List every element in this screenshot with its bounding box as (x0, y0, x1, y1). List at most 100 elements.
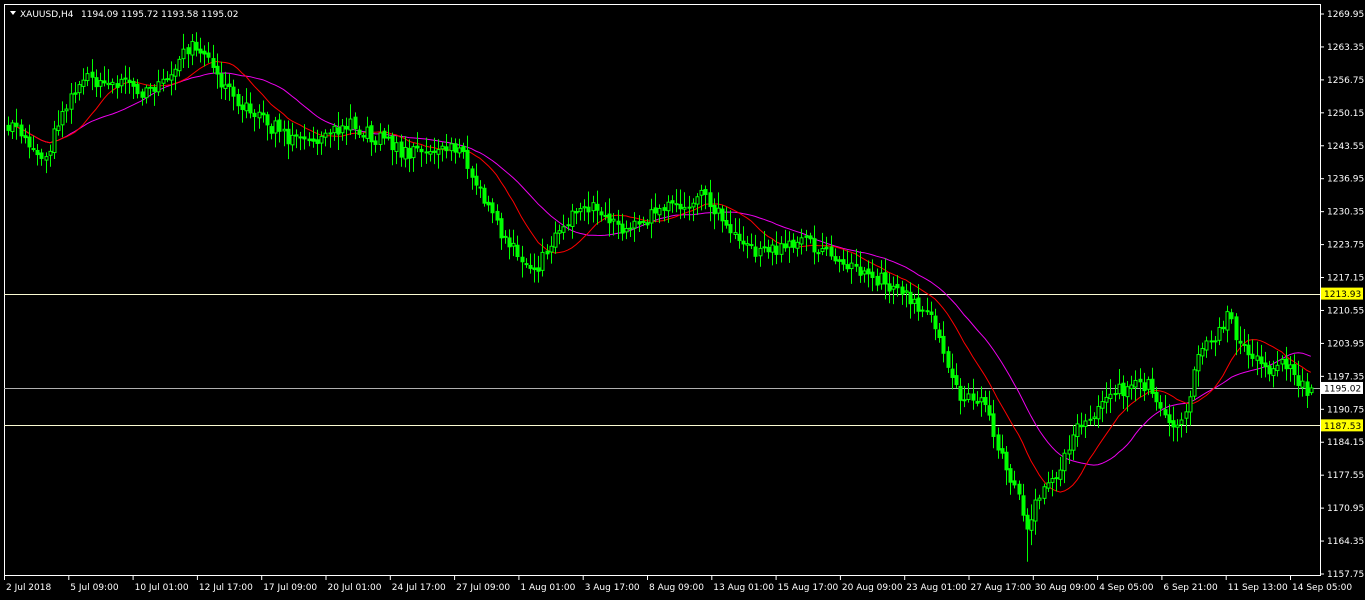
candle-body-bear (954, 375, 959, 386)
symbol-label: XAUUSD,H4 (20, 10, 74, 20)
candle-body-bull (332, 125, 337, 134)
candle-body-bear (135, 83, 140, 95)
candle-body-bull (787, 240, 792, 248)
candle-body-bull (1146, 379, 1151, 390)
price-chart[interactable]: 1269.95 1263.35 1256.75 1250.15 1243.55 1236.… (0, 0, 1365, 600)
candle-body-bear (231, 86, 236, 97)
candle-body-bull (699, 189, 704, 196)
candle-body-bull (440, 145, 445, 150)
candle-body-bull (582, 206, 587, 209)
candle-body-bear (603, 214, 608, 217)
candle-body-bear (837, 259, 842, 262)
candle-body-bull (1125, 386, 1130, 398)
candle-body-bear (386, 136, 391, 139)
candle-body-bull (1033, 499, 1038, 522)
candle-body-bull (177, 58, 182, 72)
candle-body-bear (866, 268, 871, 275)
candle-body-bull (1071, 434, 1076, 451)
candle-body-bear (737, 233, 742, 242)
candle-body-bear (515, 244, 520, 258)
candle-body-bear (507, 237, 512, 248)
candle-body-bear (812, 238, 817, 253)
candle-body-bear (127, 79, 132, 84)
candle-body-bull (48, 150, 53, 156)
candle-body-bear (824, 246, 829, 250)
candle-body-bear (841, 259, 846, 265)
candle-body-bull (966, 393, 971, 400)
candle-body-bear (996, 434, 1001, 451)
candle-body-bull (98, 80, 103, 87)
candle-body-bear (215, 65, 220, 75)
candle-body-bull (695, 196, 700, 205)
candle-body-bull (1050, 478, 1055, 483)
time-axis: 2 Jul 2018 5 Jul 09:00 10 Jul 01:00 12 Jul … (4, 575, 1352, 593)
candle-body-bear (328, 132, 333, 135)
candle-body-bear (783, 243, 788, 249)
price-tick-label: 1184.15 (1327, 438, 1364, 448)
candle-body-bear (833, 256, 838, 262)
candle-body-bull (716, 207, 721, 214)
candle-body-bull (1225, 311, 1230, 331)
candle-body-bull (1179, 419, 1184, 425)
candle-body-bear (407, 147, 412, 159)
candle-body-bear (728, 224, 733, 234)
candle-body-bear (670, 200, 675, 204)
candle-body-bull (1117, 383, 1122, 395)
chart-header: XAUUSD,H4 1194.09 1195.72 1193.58 1195.0… (10, 10, 238, 20)
candle-body-bear (524, 263, 529, 266)
candle-body-bear (620, 223, 625, 234)
candle-body-bear (311, 138, 316, 142)
price-tick-label: 1230.35 (1327, 208, 1364, 218)
candle-body-bear (1113, 393, 1118, 396)
candle-body-bear (1167, 414, 1172, 424)
candle-body-bear (829, 246, 834, 257)
price-tag-label: 1195.02 (1324, 384, 1361, 394)
candle-body-bull (144, 87, 149, 99)
time-tick-label: 30 Aug 09:00 (1035, 583, 1096, 593)
candle-body-bull (540, 251, 545, 271)
candle-body-bull (649, 209, 654, 224)
price-tick-label: 1177.55 (1327, 471, 1364, 481)
candle-body-bear (674, 203, 679, 206)
time-tick-label: 23 Aug 01:00 (906, 583, 967, 593)
price-tick-label: 1157.75 (1327, 570, 1364, 580)
candle-body-bear (1284, 358, 1289, 370)
candle-body-bear (194, 41, 199, 51)
candle-body-bull (411, 146, 416, 159)
candle-body-bull (1058, 469, 1063, 480)
time-tick-label: 3 Aug 17:00 (585, 583, 640, 593)
candle-body-bear (1305, 381, 1310, 396)
price-tick-label: 1269.95 (1327, 10, 1364, 20)
candle-body-bear (645, 222, 650, 226)
candle (1192, 366, 1197, 401)
candle-body-bear (983, 397, 988, 406)
candle-body-bull (148, 86, 153, 89)
candle-body-bull (503, 235, 508, 238)
candle-body-bear (14, 122, 19, 127)
candle-body-bull (1096, 405, 1101, 420)
candle-body-bull (161, 78, 166, 84)
candle-body-bear (198, 48, 203, 54)
candle-body-bear (1163, 409, 1168, 416)
candle-body-bull (273, 120, 278, 134)
candle-body-bear (532, 267, 537, 271)
candle-body-bull (56, 125, 61, 132)
candle-body-bull (1192, 369, 1197, 397)
candle-body-bull (641, 220, 646, 223)
candle-body-bear (1012, 480, 1017, 486)
candle-body-bear (6, 124, 11, 131)
candle-body-bear (478, 186, 483, 189)
candle-body-bear (958, 385, 963, 401)
candle-body-bear (545, 250, 550, 255)
candle-body-bear (261, 112, 266, 116)
candle-body-bear (941, 335, 946, 354)
candle-body-bear (336, 127, 341, 135)
price-tag-label: 1213.93 (1324, 290, 1361, 300)
candle-body-bear (1263, 362, 1268, 368)
candle-body-bull (1217, 326, 1222, 341)
candle-body-bull (173, 68, 178, 77)
candle-body-bear (741, 240, 746, 245)
candle-body-bull (553, 232, 558, 248)
candle-body-bear (461, 146, 466, 153)
candle-body-bear (269, 126, 274, 134)
